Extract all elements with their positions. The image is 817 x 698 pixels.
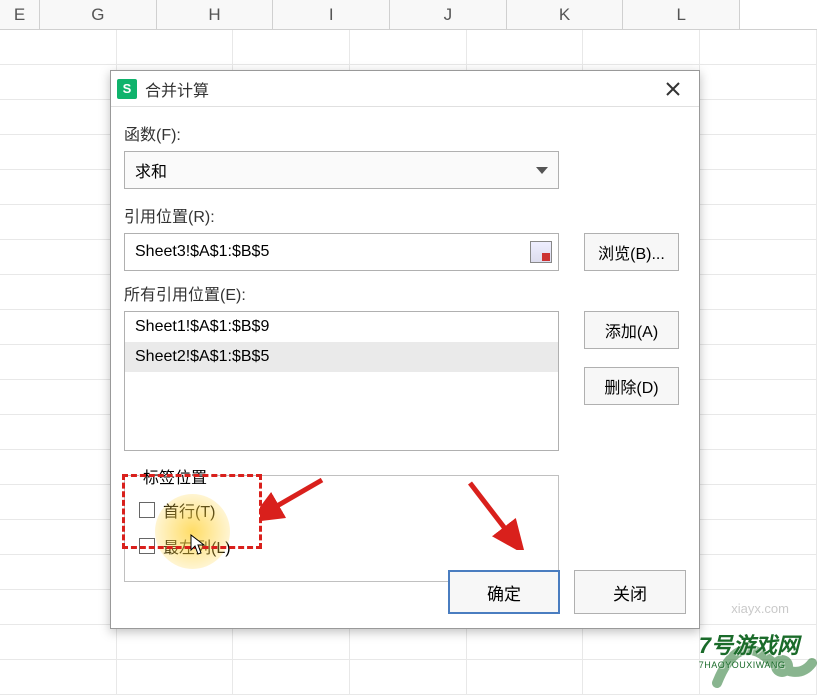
col-header[interactable]: J [390, 0, 507, 29]
function-dropdown[interactable]: 求和 [124, 151, 559, 189]
col-header[interactable]: G [40, 0, 157, 29]
list-item[interactable]: Sheet2!$A$1:$B$5 [125, 342, 558, 372]
top-row-label: 首行(T) [163, 498, 215, 522]
consolidate-dialog: S 合并计算 函数(F): 求和 引用位置(R): Sheet3!$A$1:$B… [110, 70, 700, 629]
delete-button[interactable]: 删除(D) [584, 367, 679, 405]
close-icon[interactable] [653, 74, 693, 104]
browse-button[interactable]: 浏览(B)... [584, 233, 679, 271]
col-header[interactable]: K [507, 0, 624, 29]
left-col-checkbox-row[interactable]: 最左列(L) [139, 534, 544, 558]
top-row-checkbox-row[interactable]: 首行(T) [139, 498, 544, 522]
left-col-label: 最左列(L) [163, 534, 231, 558]
all-refs-label: 所有引用位置(E): [124, 281, 686, 305]
col-header[interactable]: L [623, 0, 740, 29]
dialog-title: 合并计算 [145, 77, 653, 101]
checkbox-icon[interactable] [139, 502, 155, 518]
reference-label: 引用位置(R): [124, 203, 686, 227]
add-button[interactable]: 添加(A) [584, 311, 679, 349]
col-header[interactable]: I [273, 0, 390, 29]
refs-listbox[interactable]: Sheet1!$A$1:$B$9 Sheet2!$A$1:$B$5 [124, 311, 559, 451]
reference-input[interactable]: Sheet3!$A$1:$B$5 [124, 233, 559, 271]
col-header[interactable]: H [157, 0, 274, 29]
chevron-down-icon [536, 167, 548, 174]
list-item[interactable]: Sheet1!$A$1:$B$9 [125, 312, 558, 342]
fieldset-legend: 标签位置 [139, 464, 211, 488]
close-button[interactable]: 关闭 [574, 570, 686, 614]
dialog-footer: 确定 关闭 [448, 570, 686, 614]
function-label: 函数(F): [124, 121, 686, 145]
col-header[interactable]: E [0, 0, 40, 29]
label-position-fieldset: 标签位置 首行(T) 最左列(L) [124, 475, 559, 582]
titlebar: S 合并计算 [111, 71, 699, 107]
dialog-body: 函数(F): 求和 引用位置(R): Sheet3!$A$1:$B$5 浏览(B… [111, 107, 699, 592]
reference-value: Sheet3!$A$1:$B$5 [135, 243, 530, 261]
checkbox-icon[interactable] [139, 538, 155, 554]
app-icon: S [117, 79, 137, 99]
ok-button[interactable]: 确定 [448, 570, 560, 614]
range-selector-icon[interactable] [530, 241, 552, 263]
column-headers: E G H I J K L [0, 0, 817, 30]
function-value: 求和 [135, 158, 536, 182]
